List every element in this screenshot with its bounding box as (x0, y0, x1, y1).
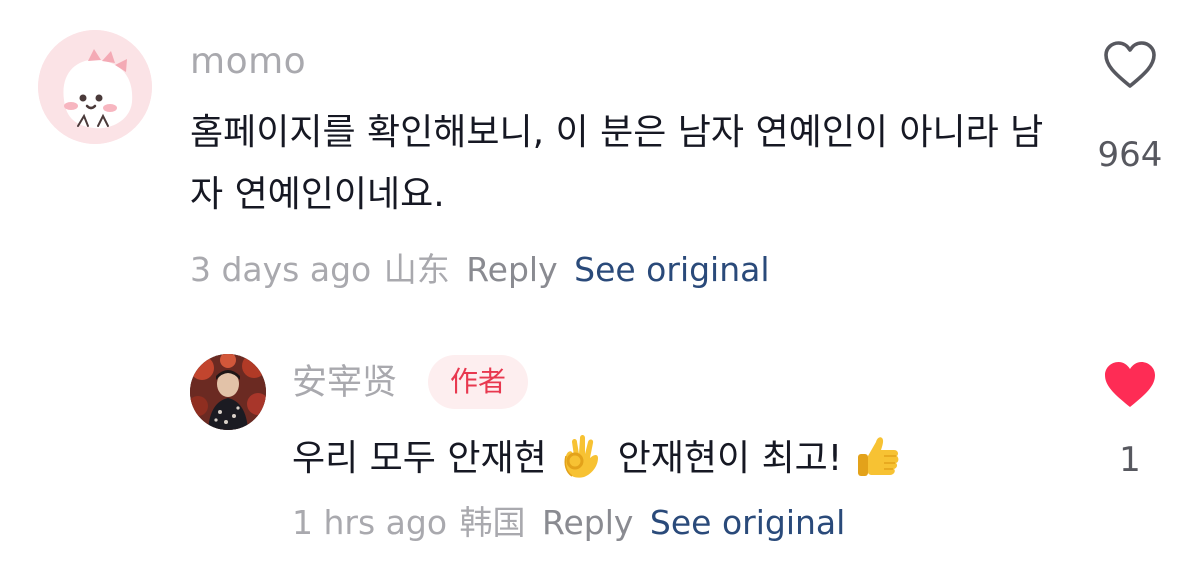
reply-author[interactable]: 安宰贤 (292, 361, 397, 405)
comment-item: momo 홈페이지를 확인해보니, 이 분은 남자 연예인이 아니라 남자 연예… (0, 0, 1200, 300)
comment-text: 홈페이지를 확인해보니, 이 분은 남자 연예인이 아니라 남자 연예인이네요. (190, 112, 1044, 215)
like-button[interactable]: 1 (1090, 360, 1170, 480)
reply-time: 1 hrs ago (292, 503, 448, 542)
reply-button[interactable]: Reply (542, 503, 633, 542)
thumbs-up-emoji-icon (854, 432, 902, 480)
reply-text-part1: 우리 모두 안재현 (292, 438, 547, 479)
reply-meta: 1 hrs ago 韩国 Reply See original (292, 502, 845, 544)
reply-text: 우리 모두 안재현 안재현이 최고! (292, 428, 902, 490)
ok-hand-emoji-icon (558, 432, 606, 480)
heart-filled-icon (1105, 362, 1155, 407)
person-photo-avatar-icon (190, 354, 266, 430)
avatar[interactable] (38, 30, 152, 144)
dinosaur-avatar-icon (38, 30, 152, 144)
heart-outline-icon (1104, 41, 1156, 88)
like-button[interactable]: 964 (1090, 40, 1170, 175)
avatar[interactable] (190, 354, 266, 430)
reply-text-part2: 안재현이 최고! (617, 438, 843, 479)
author-badge: 作者 (428, 355, 529, 409)
like-count: 1 (1119, 440, 1141, 480)
reply-region: 韩国 (459, 503, 526, 542)
like-count: 964 (1097, 135, 1163, 175)
comment-meta: 3 days ago 山东 Reply See original (190, 249, 770, 291)
comment-region: 山东 (383, 250, 450, 289)
comment-time: 3 days ago (190, 250, 372, 289)
comment-author[interactable]: momo (190, 40, 306, 84)
reply-item: 安宰贤 作者 우리 모두 안재현 안재현이 최고! 1 hrs ago 韩国 R… (0, 340, 1200, 570)
see-original-link[interactable]: See original (650, 503, 845, 542)
reply-button[interactable]: Reply (466, 250, 557, 289)
see-original-link[interactable]: See original (574, 250, 769, 289)
